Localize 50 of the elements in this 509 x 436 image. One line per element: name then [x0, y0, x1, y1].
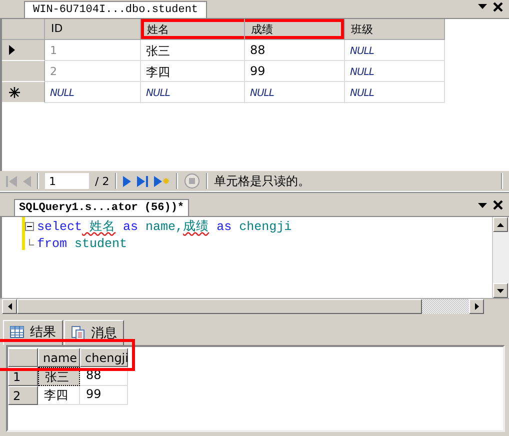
scroll-thumb[interactable] — [17, 299, 422, 314]
column-header[interactable]: name — [38, 348, 80, 367]
code-line: from student — [37, 236, 128, 250]
down-arrow-icon[interactable] — [497, 288, 504, 292]
last-page-icon[interactable] — [137, 176, 148, 186]
cell-text: 99 — [250, 64, 266, 78]
cell-text: NULL — [146, 88, 170, 99]
cell-text: NULL — [50, 88, 74, 99]
grid-icon — [10, 326, 24, 338]
right-arrow-icon[interactable] — [474, 303, 478, 310]
cell-text: 张三 — [146, 44, 170, 58]
collapse-icon[interactable] — [25, 222, 34, 231]
next-page-icon[interactable] — [123, 176, 132, 186]
asterisk-icon — [9, 86, 20, 98]
cell-text: NULL — [250, 88, 274, 99]
column-header[interactable]: 成绩 — [245, 19, 345, 40]
code-editor[interactable]: select 姓名 as name,成绩 as chengji from student — [0, 217, 509, 298]
cell-text: NULL — [350, 46, 374, 57]
document-tab[interactable]: WIN-6U7104I...dbo.student — [24, 1, 208, 18]
page-count: / 2 — [95, 174, 110, 188]
up-arrow-icon[interactable] — [497, 222, 504, 226]
cell-text: 1 — [50, 44, 57, 57]
cell-text: 李四 — [146, 65, 170, 79]
page-field[interactable]: 1 — [45, 173, 89, 189]
dropdown-icon[interactable] — [478, 202, 487, 208]
close-icon[interactable] — [493, 200, 503, 210]
cell-text: NULL — [350, 67, 374, 78]
vertical-scrollbar[interactable] — [492, 217, 509, 298]
row-header[interactable] — [2, 40, 45, 61]
document-icon — [71, 326, 85, 340]
left-arrow-icon[interactable] — [8, 303, 12, 310]
horizontal-scrollbar[interactable] — [0, 298, 509, 314]
cell-text: 88 — [250, 43, 266, 57]
current-row-icon — [9, 45, 15, 55]
query-tab[interactable]: SQLQuery1.s...ator (56))* — [14, 199, 190, 216]
column-header[interactable]: ID — [45, 19, 141, 40]
column-header[interactable]: 姓名 — [141, 19, 245, 40]
cell-text: NULL — [350, 88, 374, 99]
row-header[interactable] — [2, 82, 45, 103]
table-cell: 李四 — [38, 386, 80, 405]
table-cell: 99 — [80, 386, 128, 405]
dropdown-icon[interactable] — [478, 4, 487, 9]
code-line: select 姓名 as name,成绩 as chengji — [37, 218, 292, 235]
column-header[interactable]: 班级 — [345, 19, 445, 40]
new-row-icon[interactable] — [154, 176, 170, 186]
close-icon[interactable] — [493, 2, 503, 12]
cell-text: 2 — [50, 65, 57, 78]
column-header[interactable]: chengji — [80, 348, 128, 367]
row-number[interactable]: 2 — [8, 386, 38, 405]
status-text: 单元格是只读的。 — [214, 172, 310, 190]
